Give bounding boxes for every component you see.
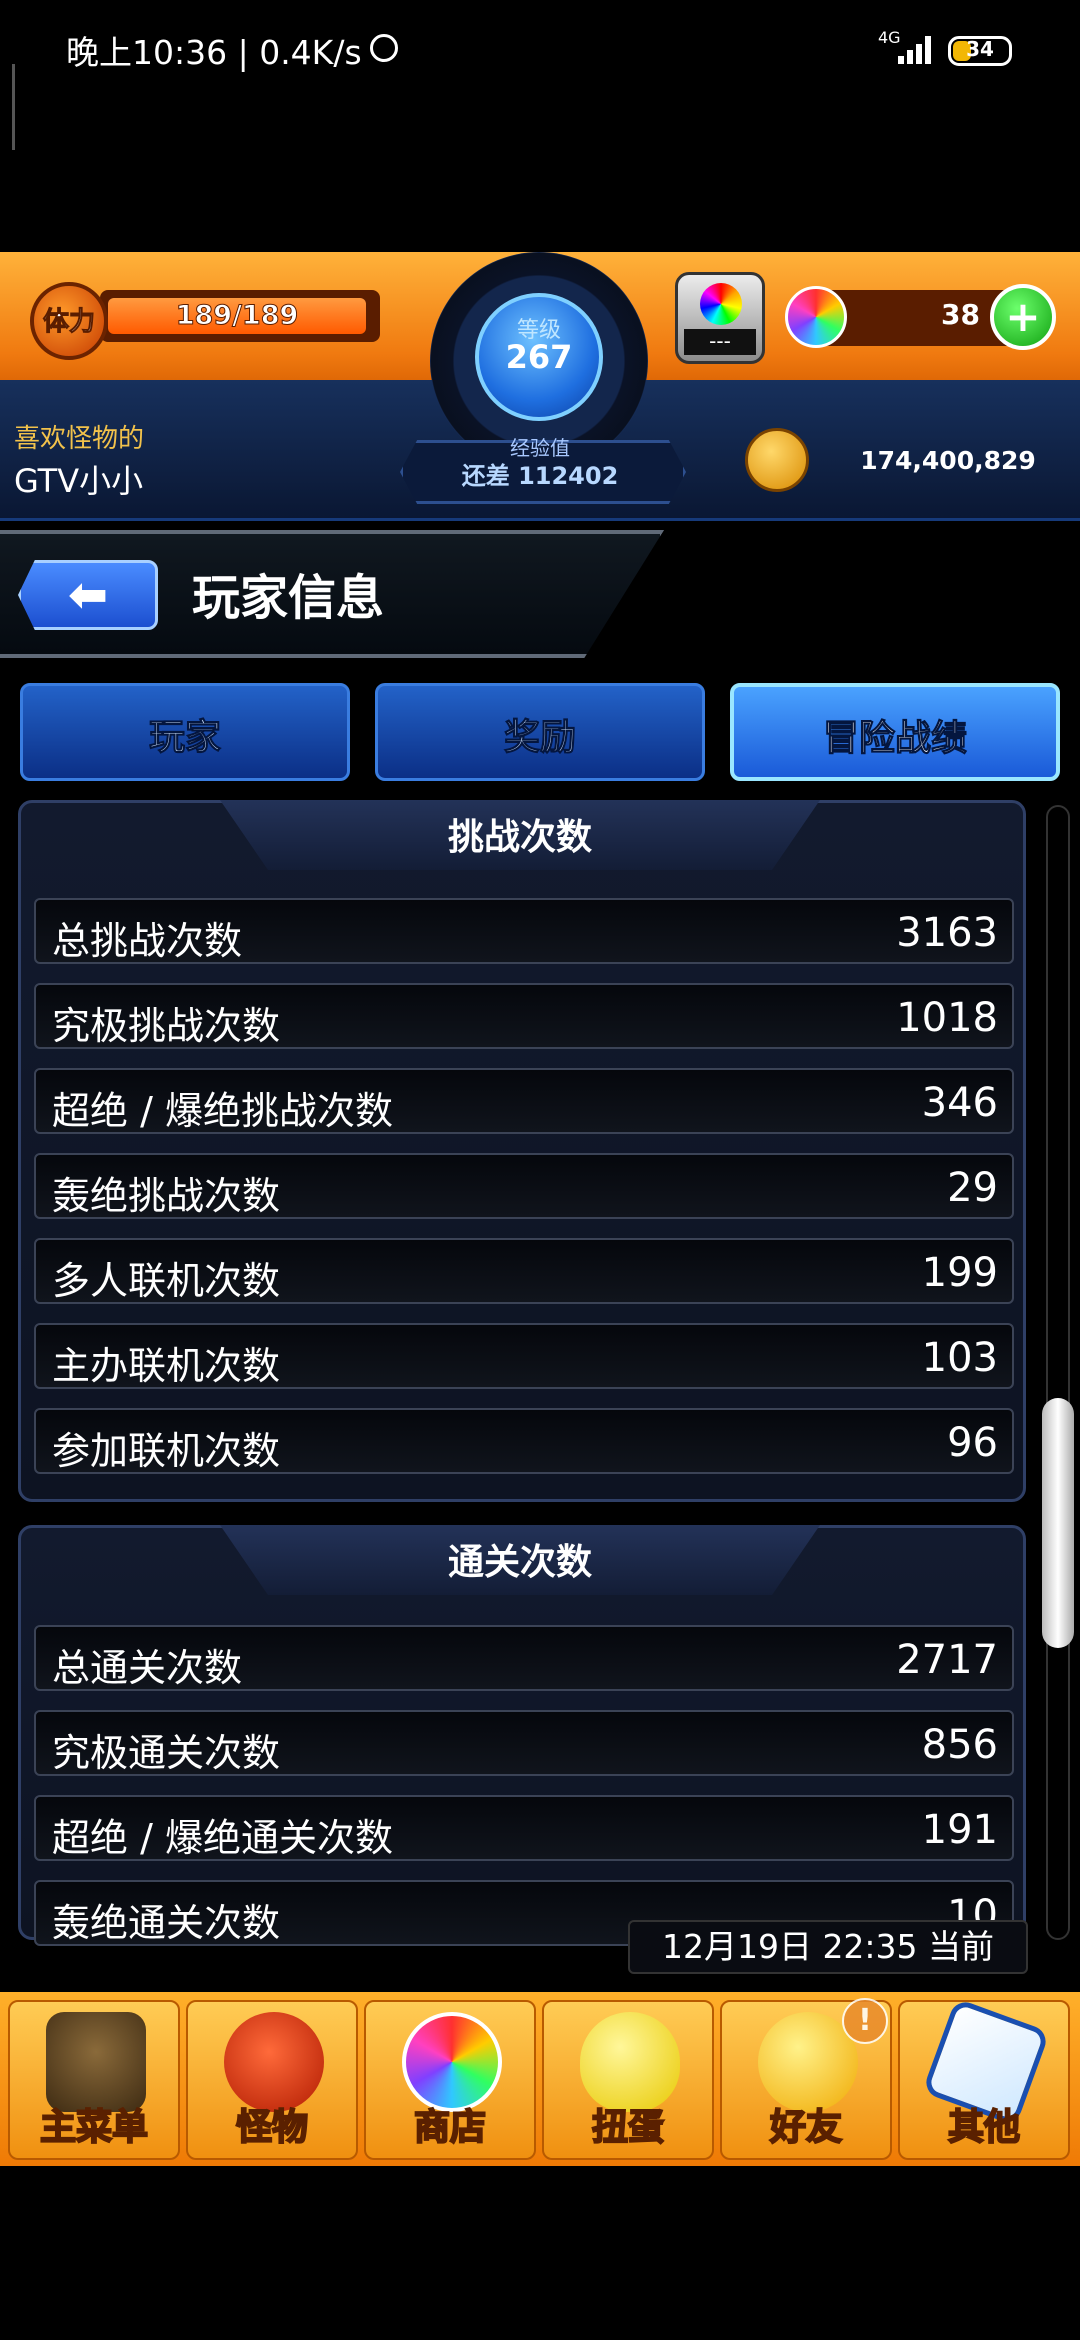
stat-label: 究极通关次数: [52, 1731, 281, 1775]
tab-label: 冒险战绩: [822, 718, 967, 760]
stat-label: 多人联机次数: [52, 1259, 281, 1303]
stat-label: 主办联机次数: [52, 1344, 281, 1388]
stat-label: 总通关次数: [52, 1646, 243, 1690]
nav-label: 怪物: [235, 2106, 309, 2149]
stat-value: 346: [921, 1080, 998, 1126]
stat-row: 究极通关次数 856: [34, 1710, 1014, 1776]
stat-row: 超绝 / 爆绝挑战次数 346: [34, 1068, 1014, 1134]
stat-row: 轰绝挑战次数 29: [34, 1153, 1014, 1219]
level-value: 267: [505, 338, 573, 376]
castle-gate-icon: [46, 2012, 146, 2112]
plus-icon: +: [1005, 292, 1041, 341]
gem-count: 38: [941, 298, 980, 331]
page-title: 玩家信息: [192, 570, 385, 626]
coin-icon: [745, 428, 809, 492]
edge-indicator: [12, 64, 15, 150]
stat-value: 856: [921, 1722, 998, 1768]
stamina-icon: 体力: [30, 282, 108, 360]
tab-label: 玩家: [148, 717, 221, 759]
stat-value: 191: [921, 1807, 998, 1853]
tab-label: 奖励: [503, 717, 576, 759]
tab-player[interactable]: 玩家: [20, 683, 350, 781]
stat-row: 总挑战次数 3163: [34, 898, 1014, 964]
nav-label: 主菜单: [39, 2106, 149, 2149]
stat-label: 超绝 / 爆绝通关次数: [52, 1816, 393, 1860]
player-name: GTV小小: [14, 462, 144, 500]
item-slot-label: ---: [684, 329, 756, 355]
nav-label: 其他: [947, 2106, 1021, 2149]
stat-row: 超绝 / 爆绝通关次数 191: [34, 1795, 1014, 1861]
stat-value: 96: [947, 1420, 998, 1466]
back-button[interactable]: ⬅: [18, 560, 158, 630]
stat-value: 2717: [896, 1637, 998, 1683]
stat-label: 总挑战次数: [52, 919, 243, 963]
stat-row: 主办联机次数 103: [34, 1323, 1014, 1389]
tab-adventure-record[interactable]: 冒险战绩: [730, 683, 1060, 781]
scrollbar-track[interactable]: [1046, 805, 1070, 1940]
rainbow-orb-icon: [402, 2012, 502, 2112]
stat-value: 29: [947, 1165, 998, 1211]
stat-label: 轰绝挑战次数: [52, 1174, 281, 1218]
stat-row: 究极挑战次数 1018: [34, 983, 1014, 1049]
stat-label: 超绝 / 爆绝挑战次数: [52, 1089, 393, 1133]
nav-label: 扭蛋: [591, 2106, 665, 2149]
item-slot-icon[interactable]: ---: [675, 272, 765, 364]
orb-icon: [700, 283, 742, 325]
stat-value: 199: [921, 1250, 998, 1296]
nav-label: 商店: [413, 2106, 487, 2149]
stat-label: 轰绝通关次数: [52, 1901, 281, 1945]
battery-level: 34: [966, 37, 994, 61]
stamina-value: 189/189: [175, 300, 299, 332]
nav-gacha[interactable]: 扭蛋: [542, 2000, 714, 2160]
timestamp-label: 12月19日 22:35 当前: [628, 1920, 1028, 1974]
stamina-label: 体力: [42, 307, 95, 338]
stat-row: 多人联机次数 199: [34, 1238, 1014, 1304]
stat-value: 103: [921, 1335, 998, 1381]
notification-badge: !: [842, 1998, 888, 2044]
scrollbar-thumb[interactable]: [1042, 1398, 1074, 1648]
status-time: 晚上10:36 | 0.4K/s: [66, 33, 362, 72]
gem-icon: [785, 286, 847, 348]
tab-rewards[interactable]: 奖励: [375, 683, 705, 781]
stat-value: 3163: [896, 910, 998, 956]
fav-monster-label: 喜欢怪物的: [14, 424, 145, 454]
stat-label: 究极挑战次数: [52, 1004, 281, 1048]
battery-icon: 34: [948, 36, 1012, 66]
stat-label: 参加联机次数: [52, 1429, 281, 1473]
exp-remaining: 还差 112402: [461, 462, 619, 490]
add-gems-button[interactable]: +: [990, 284, 1056, 350]
status-bar: 晚上10:36 | 0.4K/s 4G 34: [0, 0, 1080, 100]
stat-row: 参加联机次数 96: [34, 1408, 1014, 1474]
nav-monsters[interactable]: 怪物: [186, 2000, 358, 2160]
nav-shop[interactable]: 商店: [364, 2000, 536, 2160]
back-arrow-icon: ⬅: [67, 567, 109, 623]
egg-icon: [580, 2012, 680, 2112]
challenge-panel-title: 挑战次数: [447, 817, 592, 858]
nav-label: 好友: [769, 2106, 843, 2149]
coin-count: 174,400,829: [860, 446, 1036, 475]
nav-main-menu[interactable]: 主菜单: [8, 2000, 180, 2160]
nav-other[interactable]: 其他: [898, 1997, 1070, 2160]
stat-row: 总通关次数 2717: [34, 1625, 1014, 1691]
clear-panel-title: 通关次数: [447, 1542, 592, 1583]
stat-value: 1018: [896, 995, 998, 1041]
monster-icon: [224, 2012, 324, 2112]
signal-icon: [898, 36, 938, 64]
alarm-icon: [370, 34, 398, 62]
